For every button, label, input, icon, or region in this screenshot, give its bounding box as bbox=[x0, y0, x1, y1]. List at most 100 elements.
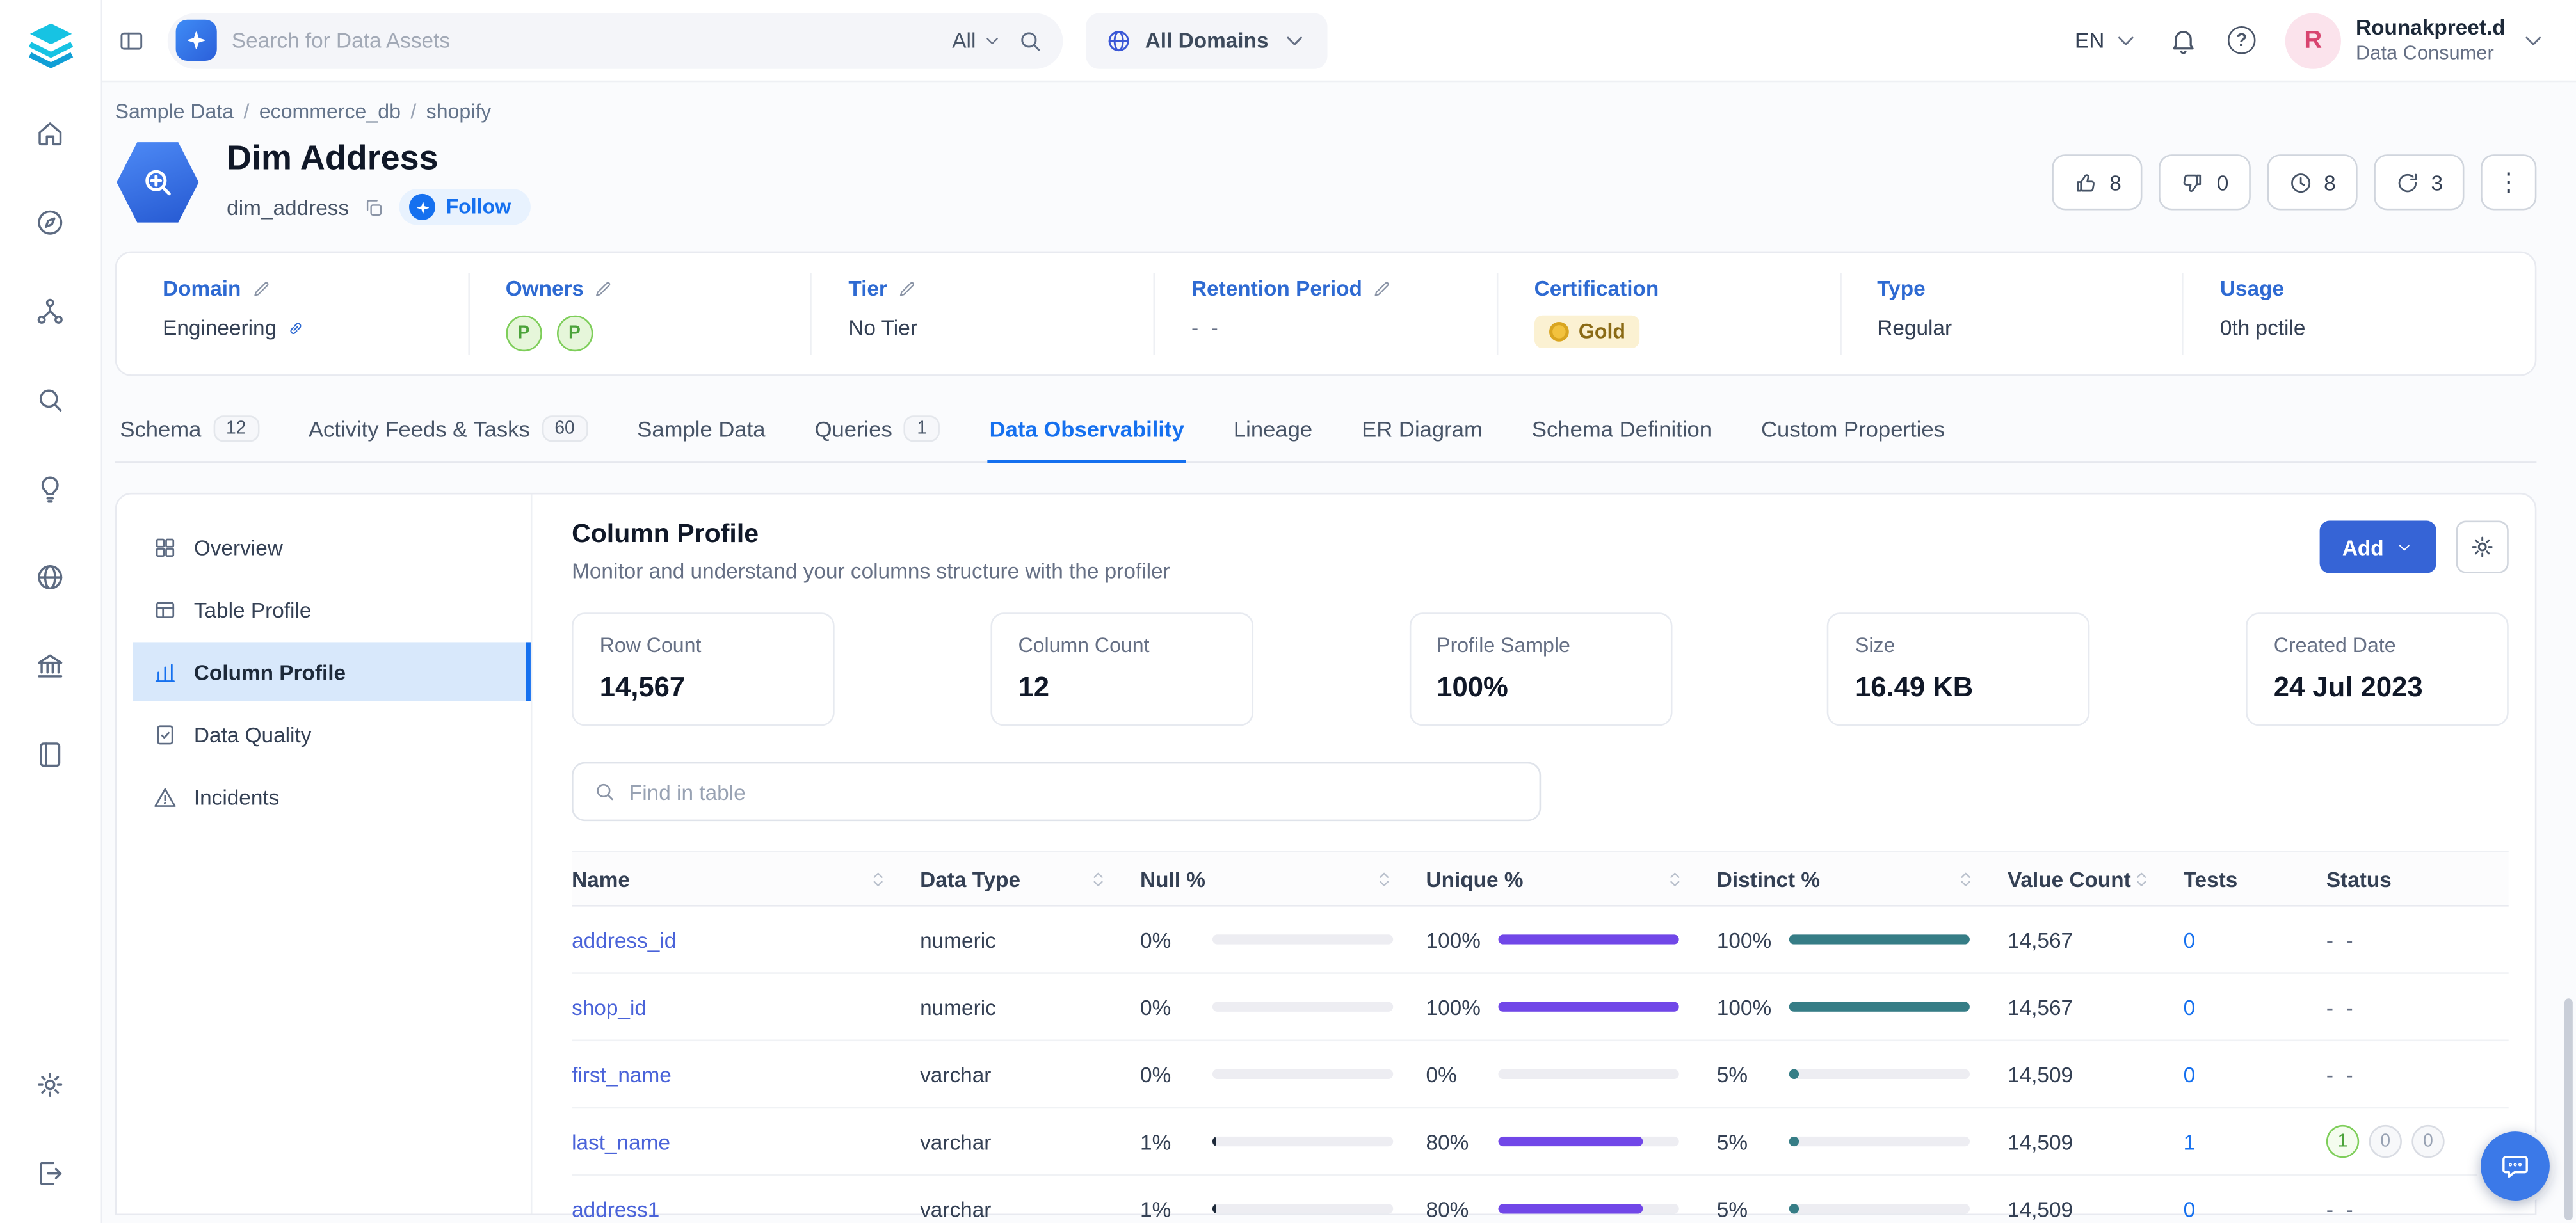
nav-govern-button[interactable] bbox=[19, 634, 82, 697]
header-label: Value Count bbox=[2008, 867, 2131, 891]
owner-avatar[interactable]: P bbox=[506, 316, 542, 351]
search-input[interactable] bbox=[232, 28, 937, 52]
tests-link[interactable]: 1 bbox=[2184, 1129, 2196, 1153]
vertical-scrollbar[interactable] bbox=[2564, 998, 2573, 1220]
language-dropdown[interactable]: EN bbox=[2075, 27, 2139, 53]
lightbulb-icon bbox=[35, 472, 66, 504]
chat-widget-button[interactable] bbox=[2481, 1131, 2550, 1201]
tab-er-diagram[interactable]: ER Diagram bbox=[1360, 406, 1485, 463]
chevron-down-icon bbox=[2113, 27, 2139, 53]
pencil-icon[interactable] bbox=[251, 278, 271, 298]
breadcrumb-link-database[interactable]: ecommerce_db bbox=[259, 100, 401, 124]
table-row[interactable]: shop_id numeric 0% 100% 100% 14,567 0 - … bbox=[572, 974, 2509, 1041]
nav-explore-button[interactable] bbox=[19, 191, 82, 253]
sort-icon[interactable] bbox=[869, 870, 887, 888]
tab-sample-data[interactable]: Sample Data bbox=[636, 406, 767, 463]
column-name-link[interactable]: address1 bbox=[572, 1197, 659, 1221]
header-name[interactable]: Name bbox=[572, 867, 920, 891]
sort-icon[interactable] bbox=[1666, 870, 1684, 888]
version-history-button[interactable]: 3 bbox=[2374, 154, 2465, 210]
table-row[interactable]: address1 varchar 1% 80% 5% 14,509 0 - - bbox=[572, 1176, 2509, 1223]
certification-label: Certification bbox=[1534, 276, 1659, 300]
column-name-link[interactable]: shop_id bbox=[572, 995, 647, 1019]
subnav-incidents[interactable]: Incidents bbox=[133, 767, 531, 826]
tab-lineage[interactable]: Lineage bbox=[1232, 406, 1314, 463]
status-badge-aborted[interactable]: 0 bbox=[2369, 1125, 2402, 1158]
nav-glossary-button[interactable] bbox=[19, 723, 82, 785]
owners-label: Owners bbox=[506, 276, 584, 300]
sidebar-toggle-button[interactable] bbox=[118, 27, 145, 53]
follow-button[interactable]: Follow bbox=[400, 189, 531, 225]
pencil-icon[interactable] bbox=[593, 278, 613, 298]
tab-schema[interactable]: Schema12 bbox=[118, 406, 261, 463]
ai-assist-button[interactable] bbox=[176, 20, 217, 61]
subnav-column-profile[interactable]: Column Profile bbox=[133, 642, 531, 701]
settings-button[interactable] bbox=[19, 1053, 82, 1115]
column-name-link[interactable]: last_name bbox=[572, 1129, 670, 1153]
owner-avatar[interactable]: P bbox=[556, 316, 592, 351]
null-pct-value: 1% bbox=[1140, 1197, 1196, 1221]
global-search[interactable]: All bbox=[168, 12, 1063, 68]
pencil-icon[interactable] bbox=[1372, 278, 1392, 298]
subnav-table-profile[interactable]: Table Profile bbox=[133, 580, 531, 639]
nav-home-button[interactable] bbox=[19, 102, 82, 164]
profiler-settings-button[interactable] bbox=[2456, 521, 2509, 573]
nav-lineage-button[interactable] bbox=[19, 279, 82, 342]
subnav-data-quality[interactable]: Data Quality bbox=[133, 705, 531, 763]
subnav-overview[interactable]: Overview bbox=[133, 517, 531, 576]
downvote-button[interactable]: 0 bbox=[2159, 154, 2250, 210]
table-row[interactable]: address_id numeric 0% 100% 100% 14,567 0… bbox=[572, 907, 2509, 974]
find-in-table-input[interactable] bbox=[629, 779, 1520, 804]
nav-insights-button[interactable] bbox=[19, 456, 82, 519]
breadcrumb-link-database-service[interactable]: Sample Data bbox=[115, 100, 234, 124]
header-null-pct[interactable]: Null % bbox=[1140, 867, 1426, 891]
sort-icon[interactable] bbox=[1089, 870, 1107, 888]
column-name-link[interactable]: first_name bbox=[572, 1062, 672, 1086]
breadcrumb-link-schema[interactable]: shopify bbox=[426, 100, 492, 124]
header-value-count[interactable]: Value Count bbox=[2008, 867, 2184, 891]
status-badge-success[interactable]: 1 bbox=[2326, 1125, 2359, 1158]
tab-queries[interactable]: Queries1 bbox=[813, 406, 942, 463]
checklist-icon bbox=[153, 722, 177, 746]
sort-icon[interactable] bbox=[1375, 870, 1393, 888]
search-submit-button[interactable] bbox=[1017, 27, 1043, 53]
nav-observability-button[interactable] bbox=[19, 368, 82, 431]
header-distinct-pct[interactable]: Distinct % bbox=[1717, 867, 2008, 891]
table-row[interactable]: last_name varchar 1% 80% 5% 14,509 1 1 0… bbox=[572, 1108, 2509, 1176]
nav-domains-button[interactable] bbox=[19, 545, 82, 608]
tab-activity-feeds[interactable]: Activity Feeds & Tasks60 bbox=[307, 406, 590, 463]
brand-logo-icon[interactable] bbox=[20, 17, 79, 72]
tab-label: Lineage bbox=[1234, 417, 1312, 441]
find-in-table[interactable] bbox=[572, 762, 1541, 821]
logout-button[interactable] bbox=[19, 1142, 82, 1204]
help-button[interactable] bbox=[2228, 26, 2256, 54]
pencil-icon[interactable] bbox=[897, 278, 917, 298]
domain-value[interactable]: Engineering bbox=[163, 316, 277, 340]
sort-icon[interactable] bbox=[2132, 870, 2150, 888]
status-badge-failed[interactable]: 0 bbox=[2411, 1125, 2444, 1158]
tab-data-observability[interactable]: Data Observability bbox=[988, 406, 1186, 463]
tests-link[interactable]: 0 bbox=[2184, 1197, 2196, 1221]
sort-icon[interactable] bbox=[1956, 870, 1974, 888]
add-button[interactable]: Add bbox=[2319, 521, 2436, 573]
user-menu[interactable]: R Rounakpreet.d Data Consumer bbox=[2285, 12, 2547, 68]
header-unique-pct[interactable]: Unique % bbox=[1426, 867, 1717, 891]
watch-button[interactable]: 8 bbox=[2266, 154, 2357, 210]
header-status: Status bbox=[2326, 867, 2509, 891]
notifications-button[interactable] bbox=[2168, 26, 2198, 55]
tests-link[interactable]: 0 bbox=[2184, 995, 2196, 1019]
tab-schema-definition[interactable]: Schema Definition bbox=[1530, 406, 1713, 463]
domains-filter-button[interactable]: All Domains bbox=[1086, 12, 1328, 68]
domains-filter-label: All Domains bbox=[1145, 28, 1269, 52]
table-row[interactable]: first_name varchar 0% 0% 5% 14,509 0 - - bbox=[572, 1041, 2509, 1108]
search-scope-dropdown[interactable]: All bbox=[952, 28, 1002, 52]
column-name-link[interactable]: address_id bbox=[572, 927, 676, 952]
tests-link[interactable]: 0 bbox=[2184, 1062, 2196, 1086]
upvote-button[interactable]: 8 bbox=[2052, 154, 2143, 210]
tab-custom-properties[interactable]: Custom Properties bbox=[1759, 406, 1946, 463]
copy-name-button[interactable] bbox=[364, 196, 385, 218]
header-data-type[interactable]: Data Type bbox=[920, 867, 1140, 891]
tests-link[interactable]: 0 bbox=[2184, 927, 2196, 952]
more-actions-button[interactable] bbox=[2481, 154, 2536, 210]
unique-pct-bar bbox=[1498, 1137, 1678, 1146]
